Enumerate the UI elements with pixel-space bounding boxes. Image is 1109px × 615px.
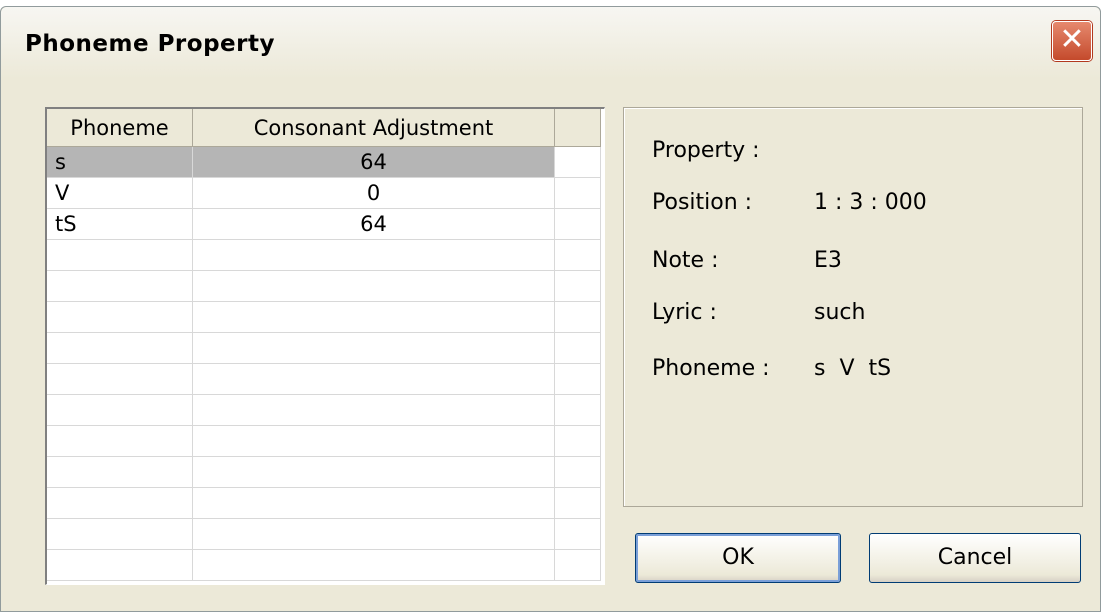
empty-cell xyxy=(193,364,555,395)
filler-cell xyxy=(555,209,601,240)
empty-cell xyxy=(555,519,601,550)
empty-cell xyxy=(193,271,555,302)
phoneme-property-dialog: Phoneme Property ✕ Phoneme Consonant Adj… xyxy=(0,6,1101,612)
empty-cell xyxy=(47,519,193,550)
note-label: Note : xyxy=(652,248,719,273)
position-value: 1 : 3 : 000 xyxy=(814,190,927,215)
table-row[interactable]: V 0 xyxy=(47,178,604,209)
table-header: Phoneme Consonant Adjustment xyxy=(47,109,604,147)
empty-table-row[interactable] xyxy=(47,333,604,364)
empty-cell xyxy=(47,395,193,426)
empty-cell xyxy=(47,426,193,457)
empty-table-row[interactable] xyxy=(47,364,604,395)
column-header-phoneme[interactable]: Phoneme xyxy=(47,109,193,147)
empty-cell xyxy=(193,550,555,581)
adjustment-cell[interactable]: 64 xyxy=(193,147,555,178)
property-panel: Property : Position : 1 : 3 : 000 Note :… xyxy=(623,107,1083,507)
empty-cell xyxy=(555,457,601,488)
empty-cell xyxy=(47,364,193,395)
phoneme-label: Phoneme : xyxy=(652,356,770,381)
lyric-value: such xyxy=(814,300,866,325)
empty-table-row[interactable] xyxy=(47,426,604,457)
column-header-empty xyxy=(555,109,601,147)
empty-table-row[interactable] xyxy=(47,550,604,581)
note-value: E3 xyxy=(814,248,842,273)
empty-cell xyxy=(555,426,601,457)
table-body: s 64 V 0 tS 64 xyxy=(47,147,604,581)
position-label: Position : xyxy=(652,190,753,215)
empty-cell xyxy=(47,488,193,519)
filler-cell xyxy=(555,178,601,209)
empty-cell xyxy=(555,302,601,333)
empty-cell xyxy=(193,488,555,519)
empty-cell xyxy=(47,333,193,364)
phoneme-cell[interactable]: s xyxy=(47,147,193,178)
empty-cell xyxy=(193,240,555,271)
empty-cell xyxy=(47,302,193,333)
empty-table-row[interactable] xyxy=(47,457,604,488)
column-header-consonant-adjustment[interactable]: Consonant Adjustment xyxy=(193,109,555,147)
table-row[interactable]: tS 64 xyxy=(47,209,604,240)
empty-cell xyxy=(47,240,193,271)
empty-table-row[interactable] xyxy=(47,395,604,426)
title-bar[interactable]: Phoneme Property ✕ xyxy=(1,7,1100,79)
property-heading: Property : xyxy=(652,138,760,163)
empty-cell xyxy=(555,364,601,395)
cancel-button[interactable]: Cancel xyxy=(869,533,1081,583)
empty-cell xyxy=(555,271,601,302)
table-row[interactable]: s 64 xyxy=(47,147,604,178)
empty-cell xyxy=(193,395,555,426)
phoneme-table: Phoneme Consonant Adjustment s 64 V 0 tS… xyxy=(45,107,605,585)
filler-cell xyxy=(555,147,601,178)
empty-table-row[interactable] xyxy=(47,302,604,333)
empty-cell xyxy=(555,333,601,364)
empty-cell xyxy=(193,426,555,457)
empty-table-row[interactable] xyxy=(47,488,604,519)
empty-cell xyxy=(555,395,601,426)
adjustment-cell[interactable]: 64 xyxy=(193,209,555,240)
empty-cell xyxy=(193,302,555,333)
empty-cell xyxy=(555,240,601,271)
close-icon: ✕ xyxy=(1059,22,1085,57)
dialog-title: Phoneme Property xyxy=(25,31,275,57)
adjustment-cell[interactable]: 0 xyxy=(193,178,555,209)
lyric-label: Lyric : xyxy=(652,300,717,325)
empty-table-row[interactable] xyxy=(47,519,604,550)
phoneme-cell[interactable]: tS xyxy=(47,209,193,240)
close-button[interactable]: ✕ xyxy=(1052,21,1092,61)
empty-table-row[interactable] xyxy=(47,271,604,302)
empty-cell xyxy=(47,550,193,581)
empty-table-row[interactable] xyxy=(47,240,604,271)
empty-rows xyxy=(47,240,604,581)
empty-cell xyxy=(555,550,601,581)
empty-cell xyxy=(193,333,555,364)
empty-cell xyxy=(193,519,555,550)
ok-button[interactable]: OK xyxy=(635,533,841,583)
phoneme-cell[interactable]: V xyxy=(47,178,193,209)
empty-cell xyxy=(555,488,601,519)
empty-cell xyxy=(193,457,555,488)
empty-cell xyxy=(47,457,193,488)
empty-cell xyxy=(47,271,193,302)
phoneme-value: s V tS xyxy=(814,356,892,381)
